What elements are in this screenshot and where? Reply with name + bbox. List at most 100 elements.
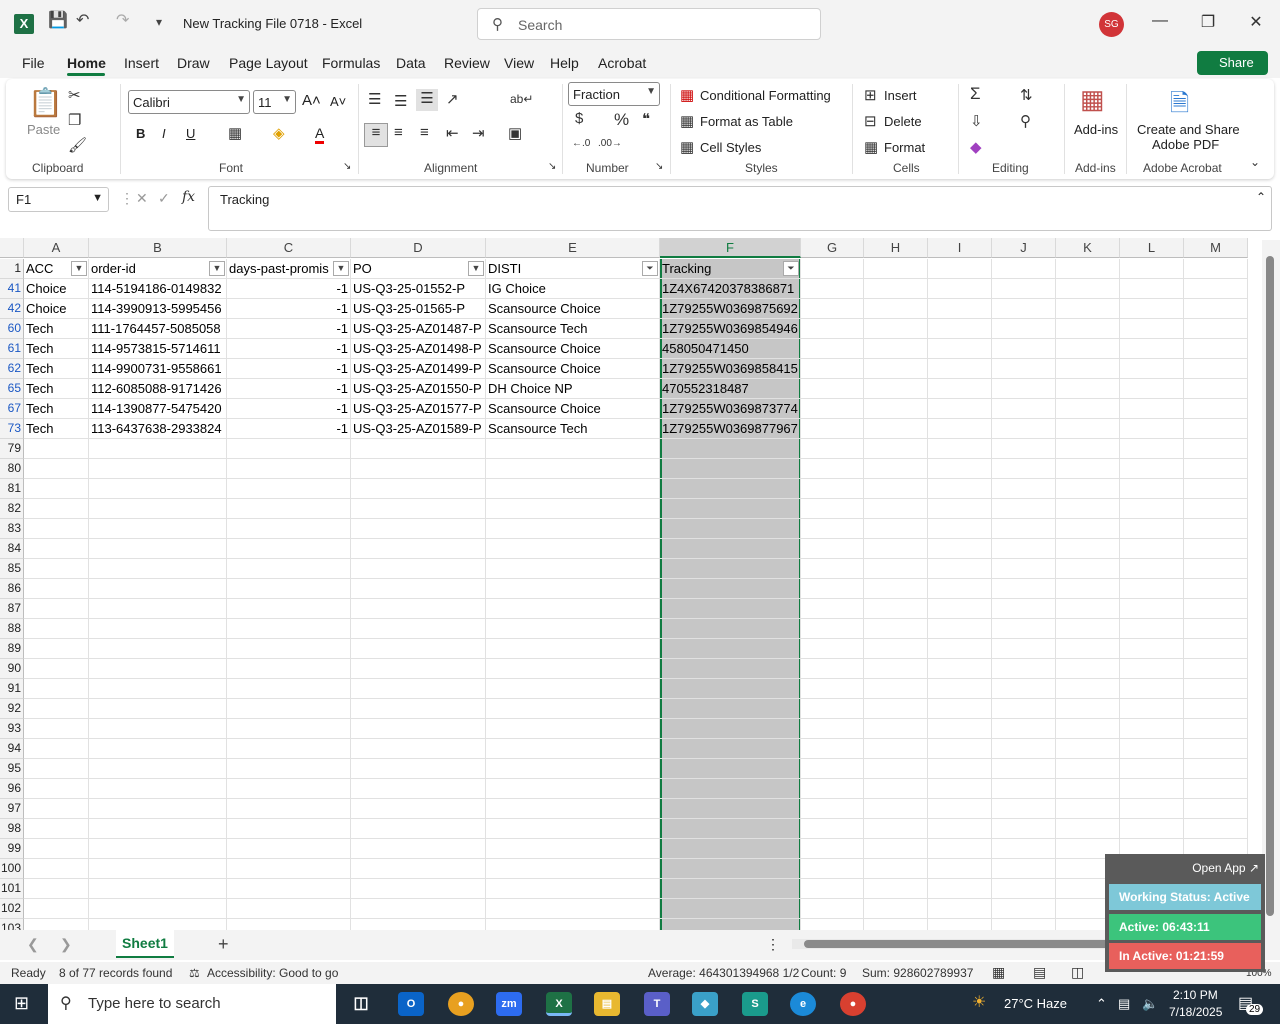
copy-icon[interactable]: ❐ bbox=[68, 111, 81, 129]
cell[interactable] bbox=[486, 719, 660, 739]
cell[interactable] bbox=[864, 899, 928, 919]
menu-file[interactable]: File bbox=[22, 55, 45, 71]
cell[interactable] bbox=[864, 499, 928, 519]
table-cell-po[interactable]: US-Q3-25-AZ01550-P bbox=[351, 379, 486, 399]
cell[interactable] bbox=[992, 899, 1056, 919]
cell[interactable] bbox=[351, 559, 486, 579]
cell[interactable] bbox=[864, 739, 928, 759]
cell[interactable] bbox=[24, 519, 89, 539]
cell[interactable] bbox=[1184, 599, 1248, 619]
cell[interactable] bbox=[928, 519, 992, 539]
cell[interactable] bbox=[1056, 539, 1120, 559]
italic-button[interactable]: I bbox=[162, 126, 166, 141]
cell[interactable] bbox=[486, 439, 660, 459]
cell[interactable] bbox=[801, 579, 864, 599]
cell[interactable] bbox=[928, 719, 992, 739]
table-cell-tracking[interactable]: 458050471450 bbox=[660, 339, 801, 359]
cell[interactable] bbox=[24, 799, 89, 819]
cell[interactable] bbox=[1184, 799, 1248, 819]
cell[interactable] bbox=[992, 279, 1056, 299]
next-sheet-icon[interactable]: ❯ bbox=[60, 936, 72, 953]
cell[interactable] bbox=[992, 579, 1056, 599]
cell[interactable] bbox=[801, 279, 864, 299]
cell[interactable] bbox=[864, 559, 928, 579]
header-cell[interactable]: DISTI bbox=[486, 259, 660, 279]
cell[interactable] bbox=[486, 479, 660, 499]
table-cell-tracking[interactable]: 1Z79255W0369854946 bbox=[660, 319, 801, 339]
table-cell-po[interactable]: US-Q3-25-AZ01589-P bbox=[351, 419, 486, 439]
cell[interactable] bbox=[864, 299, 928, 319]
close-icon[interactable]: ✕ bbox=[1244, 12, 1268, 32]
cell[interactable] bbox=[928, 779, 992, 799]
table-cell-acc[interactable]: Choice bbox=[24, 299, 89, 319]
cell[interactable] bbox=[1120, 579, 1184, 599]
cell[interactable] bbox=[801, 879, 864, 899]
cell[interactable] bbox=[1056, 359, 1120, 379]
undo-icon[interactable]: ↶ bbox=[76, 10, 89, 30]
cell[interactable] bbox=[1120, 399, 1184, 419]
cell[interactable] bbox=[864, 539, 928, 559]
cell[interactable] bbox=[660, 579, 801, 599]
cell[interactable] bbox=[351, 539, 486, 559]
cell[interactable] bbox=[864, 319, 928, 339]
app-icon[interactable]: ◆ bbox=[692, 992, 718, 1016]
cell[interactable] bbox=[24, 659, 89, 679]
merge-center-icon[interactable]: ▣ bbox=[508, 124, 522, 142]
create-share-label-1[interactable]: Create and Share bbox=[1137, 122, 1240, 137]
cell[interactable] bbox=[992, 839, 1056, 859]
cell[interactable] bbox=[928, 279, 992, 299]
table-cell-po[interactable]: US-Q3-25-AZ01577-P bbox=[351, 399, 486, 419]
chrome-profile-icon[interactable]: ● bbox=[840, 992, 866, 1016]
cell[interactable] bbox=[801, 539, 864, 559]
cell[interactable] bbox=[1056, 259, 1120, 279]
format-cells-button[interactable]: Format bbox=[884, 140, 925, 155]
cell[interactable] bbox=[801, 459, 864, 479]
vertical-scroll-thumb[interactable] bbox=[1266, 256, 1274, 916]
cell[interactable] bbox=[89, 639, 227, 659]
comma-style-icon[interactable]: ❝ bbox=[642, 110, 650, 128]
cell[interactable] bbox=[1120, 699, 1184, 719]
cell[interactable] bbox=[1120, 419, 1184, 439]
table-cell-acc[interactable]: Tech bbox=[24, 399, 89, 419]
column-header-f[interactable]: F bbox=[660, 238, 801, 258]
cell[interactable] bbox=[928, 259, 992, 279]
cell[interactable] bbox=[801, 719, 864, 739]
cell[interactable] bbox=[1056, 599, 1120, 619]
more-options-icon[interactable]: ⋮ bbox=[120, 190, 134, 207]
table-cell-days[interactable]: -1 bbox=[227, 339, 351, 359]
row-header[interactable]: 80 bbox=[0, 459, 24, 479]
cell[interactable] bbox=[1120, 619, 1184, 639]
cell[interactable] bbox=[1120, 759, 1184, 779]
cell[interactable] bbox=[89, 759, 227, 779]
cell[interactable] bbox=[928, 659, 992, 679]
filter-active-icon[interactable]: ⏷ bbox=[783, 261, 799, 276]
cell[interactable] bbox=[928, 439, 992, 459]
cell[interactable] bbox=[1120, 279, 1184, 299]
cell[interactable] bbox=[351, 439, 486, 459]
row-header[interactable]: 103 bbox=[0, 919, 24, 930]
spreadsheet-grid[interactable]: A B C D E F G H I J K L M 1 ACC ▼ order-id ▼ days-past-pro… bbox=[0, 238, 1262, 930]
cell[interactable] bbox=[1184, 519, 1248, 539]
cell[interactable] bbox=[992, 259, 1056, 279]
save-icon[interactable]: 💾 bbox=[48, 10, 68, 30]
cell[interactable] bbox=[227, 479, 351, 499]
cell[interactable] bbox=[992, 539, 1056, 559]
table-cell-tracking[interactable]: 1Z79255W0369875692 bbox=[660, 299, 801, 319]
cell[interactable] bbox=[486, 759, 660, 779]
column-header-j[interactable]: J bbox=[992, 238, 1056, 258]
cell[interactable] bbox=[992, 339, 1056, 359]
cell[interactable] bbox=[928, 879, 992, 899]
cell[interactable] bbox=[864, 659, 928, 679]
row-header[interactable]: 100 bbox=[0, 859, 24, 879]
cell[interactable] bbox=[1184, 319, 1248, 339]
cell[interactable] bbox=[1120, 359, 1184, 379]
cell[interactable] bbox=[1056, 459, 1120, 479]
table-cell-days[interactable]: -1 bbox=[227, 319, 351, 339]
decrease-indent-icon[interactable]: ⇤ bbox=[446, 124, 459, 142]
table-cell-disti[interactable]: Scansource Choice bbox=[486, 299, 660, 319]
cell[interactable] bbox=[864, 279, 928, 299]
cell[interactable] bbox=[992, 639, 1056, 659]
cell[interactable] bbox=[351, 499, 486, 519]
cell[interactable] bbox=[1184, 639, 1248, 659]
row-header[interactable]: 60 bbox=[0, 319, 24, 339]
